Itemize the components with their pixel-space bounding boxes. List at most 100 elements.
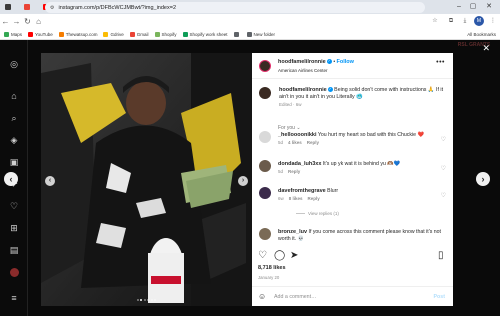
commenter-avatar[interactable] [259, 187, 271, 199]
bookmark-item[interactable]: YouTube [28, 31, 53, 37]
reload-icon[interactable]: ↻ [22, 17, 33, 26]
comment-username[interactable]: bronze_luv [278, 229, 307, 235]
emoji-icon[interactable]: ☺ [258, 292, 266, 301]
browser-tab[interactable] [22, 2, 40, 13]
more-options-icon[interactable]: ••• [436, 59, 445, 66]
comment-username[interactable]: dondada_luh3xx [278, 161, 321, 167]
search-nav-icon[interactable]: ⌕ [8, 112, 20, 124]
comment-username[interactable]: davefromthegrave [278, 188, 326, 194]
comment-likes[interactable]: 8 likes [289, 196, 303, 201]
all-bookmarks-button[interactable]: All Bookmarks [467, 29, 496, 40]
comment-likes[interactable]: 4 likes [288, 140, 302, 145]
comments-sort-dropdown[interactable]: For you ⌄ [278, 125, 301, 131]
carousel-dot [150, 299, 153, 301]
extensions-icon[interactable]: ⧉ [446, 16, 456, 26]
add-comment-input[interactable]: Add a comment… [274, 294, 316, 300]
verified-badge-icon: ✓ [327, 87, 333, 93]
photo-next-arrow-icon[interactable]: › [238, 176, 248, 186]
comment-like-heart-icon[interactable]: ♡ [441, 136, 446, 143]
comment-like-heart-icon[interactable]: ♡ [441, 192, 446, 199]
comment-age: 5d [278, 139, 284, 145]
follow-button[interactable]: Follow [336, 59, 353, 65]
comment-like-heart-icon[interactable]: ♡ [441, 165, 446, 172]
caption-avatar[interactable] [259, 87, 271, 99]
home-icon[interactable]: ⌂ [33, 17, 44, 26]
bookmark-favicon-icon [28, 31, 34, 37]
carousel-indicator [41, 299, 252, 301]
notifications-nav-icon[interactable]: ♡ [8, 200, 20, 212]
post-photo-image [41, 53, 252, 306]
minimize-window-button[interactable]: – [452, 0, 466, 14]
author-username[interactable]: hoodfamelilronnie [278, 59, 326, 65]
reels-nav-icon[interactable]: ▣ [8, 156, 20, 168]
save-bookmark-icon[interactable]: ▯ [438, 250, 444, 261]
bookmark-item[interactable]: Shopify [154, 31, 177, 37]
caption-username[interactable]: hoodfamelilronnie [279, 87, 327, 93]
comment-reply[interactable]: Reply [308, 196, 320, 201]
comment-username[interactable]: _helloooonikki [278, 132, 317, 138]
create-nav-icon[interactable]: ⊞ [8, 222, 20, 234]
previous-post-arrow-icon[interactable]: ‹ [4, 172, 18, 186]
comment: dondada_luh3xx It's up yk wat it is behi… [278, 161, 443, 176]
profile-nav-icon[interactable] [8, 266, 20, 278]
profile-avatar-button[interactable]: M [474, 16, 484, 26]
downloads-icon[interactable]: ⤓ [460, 16, 470, 26]
browser-tab[interactable] [3, 2, 21, 13]
site-info-icon[interactable]: ⚙ [50, 5, 54, 11]
post-photo[interactable]: ‹ › [41, 53, 252, 306]
like-heart-icon[interactable]: ♡ [258, 250, 267, 261]
bookmark-star-icon[interactable]: ☆ [430, 16, 440, 26]
forward-icon[interactable]: → [11, 17, 22, 26]
comment-meta: 5d Reply [278, 169, 443, 176]
bookmark-item[interactable]: Shopify work sheet [182, 31, 228, 37]
next-post-arrow-icon[interactable]: › [476, 172, 490, 186]
more-menu-icon[interactable]: ≡ [8, 292, 20, 304]
author-avatar[interactable] [259, 60, 271, 72]
likes-count[interactable]: 8,718 likes [258, 265, 286, 271]
maximize-window-button[interactable]: ▢ [466, 0, 480, 14]
comment: davefromthegrave Blurr 6w 8 likes Reply [278, 188, 443, 203]
comment-reply[interactable]: Reply [307, 140, 319, 145]
view-replies-link[interactable]: View replies (1) [296, 211, 339, 216]
address-bar[interactable]: ⚙ instagram.com/p/DFBcWCJMBwt/?img_index… [45, 2, 425, 13]
commenter-avatar[interactable] [259, 160, 271, 172]
close-window-button[interactable]: ✕ [482, 0, 496, 14]
bookmark-favicon-icon [58, 31, 64, 37]
bookmark-item[interactable]: Thewatsup.com [58, 31, 97, 37]
bookmark-item[interactable]: Gmail [129, 31, 149, 37]
bookmark-item[interactable]: Maps [4, 31, 22, 37]
bookmark-item[interactable]: Gdrive [103, 31, 124, 37]
home-nav-icon[interactable]: ⌂ [8, 90, 20, 102]
close-post-icon[interactable]: ✕ [482, 43, 490, 54]
bookmark-item[interactable]: New folder [246, 31, 275, 37]
comment-text: You hurt my heart so bad with this Chuck… [317, 132, 424, 138]
bookmark-favicon-icon [154, 31, 160, 37]
comment-reply[interactable]: Reply [288, 169, 300, 174]
explore-nav-icon[interactable]: ◈ [8, 134, 20, 146]
carousel-dot-active [140, 299, 143, 301]
share-send-icon[interactable]: ➤ [290, 250, 298, 261]
browser-menu-icon[interactable]: ⋮ [488, 16, 498, 26]
post-detail-panel: hoodfamelilronnie ✓ • Follow American Air… [252, 53, 453, 306]
comment-age: 6w [278, 195, 284, 201]
comment-bubble-icon[interactable]: ◯ [274, 250, 285, 261]
commenter-avatar[interactable] [259, 228, 271, 240]
photo-previous-arrow-icon[interactable]: ‹ [45, 176, 55, 186]
instagram-logo-icon[interactable]: ◎ [8, 58, 20, 70]
post-header: hoodfamelilronnie ✓ • Follow American Air… [252, 53, 453, 79]
comment-text: Blurr [327, 188, 339, 194]
threads-nav-icon[interactable]: ▤ [8, 244, 20, 256]
post-date: January 20 [258, 275, 280, 280]
bookmark-label: Gdrive [110, 31, 124, 37]
bookmark-item[interactable] [233, 31, 241, 37]
carousel-dot [136, 299, 139, 301]
post-location[interactable]: American Airlines Center [278, 68, 328, 73]
post-comment-button[interactable]: Post [434, 294, 445, 300]
tab-favicon-icon [24, 4, 30, 10]
back-icon[interactable]: ← [0, 17, 11, 26]
bookmarks-bar: Maps YouTube Thewatsup.com Gdrive Gmail Shopi… [0, 29, 500, 40]
post-caption: hoodfamelilronnie ✓ Being solid don't com… [279, 87, 444, 108]
bookmark-label: Shopify [161, 31, 177, 37]
commenter-avatar[interactable] [259, 131, 271, 143]
address-url[interactable]: instagram.com/p/DFBcWCJMBwt/?img_index=2 [58, 5, 176, 11]
